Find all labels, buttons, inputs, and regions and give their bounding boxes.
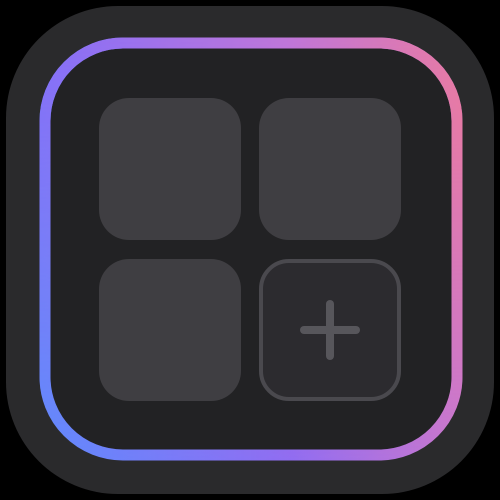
add-widget-button[interactable] — [259, 259, 401, 401]
widget-tile-top-right[interactable] — [259, 98, 401, 240]
widget-tile-top-left[interactable] — [99, 98, 241, 240]
widget-tile-bottom-left[interactable] — [99, 259, 241, 401]
widget-grid-app-icon[interactable] — [0, 0, 500, 500]
inner-panel — [42, 40, 460, 458]
stage — [0, 0, 500, 500]
